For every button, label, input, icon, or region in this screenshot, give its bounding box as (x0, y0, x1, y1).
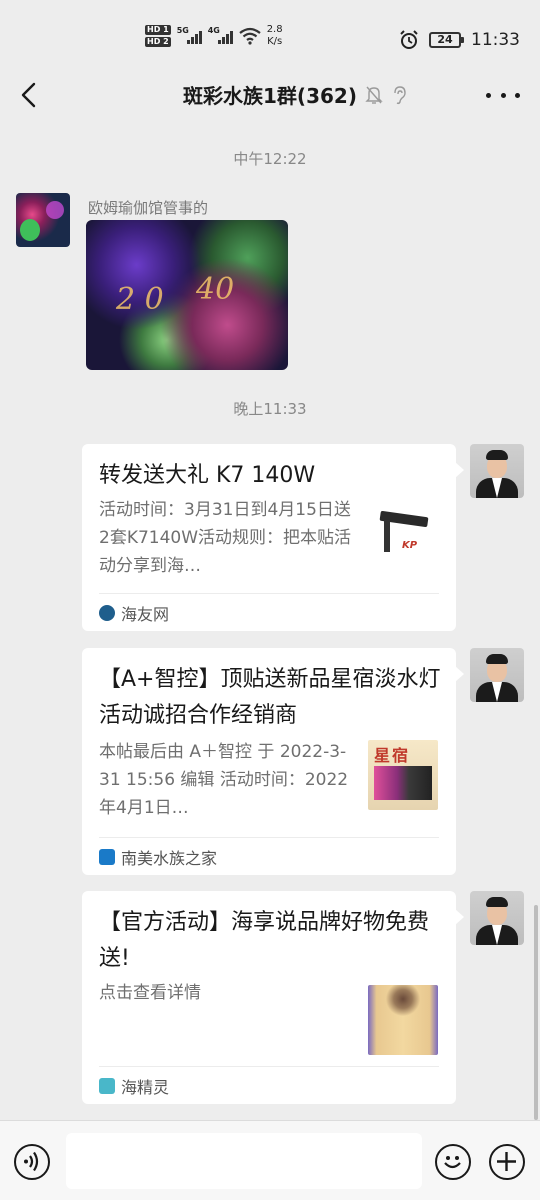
link-card-title: 转发送大礼 K7 140W (99, 463, 316, 488)
link-card-source: 南美水族之家 (99, 837, 439, 875)
net-speed-value: 2.8 (266, 24, 283, 35)
my-avatar[interactable] (470, 648, 524, 702)
hd1-badge: HD 1 (145, 25, 171, 35)
plus-icon[interactable] (489, 1144, 525, 1180)
scrollbar[interactable] (534, 905, 538, 1120)
time-divider-2: 晚上11:33 (233, 400, 307, 418)
wifi-icon (239, 27, 261, 45)
chat-title: 斑彩水族1群(362) (183, 84, 357, 108)
link-card-2[interactable]: 【A+智控】顶贴送新品星宿淡水灯活动诚招合作经销商 本帖最后由 A＋智控 于 2… (82, 648, 464, 875)
link-card-thumbnail (368, 985, 438, 1055)
time-divider-1: 中午12:22 (233, 150, 307, 168)
link-card-desc: 活动时间：3月31日到4月15日送2套K7140W活动规则：把本贴活动分享到海… (99, 500, 352, 576)
status-bar: HD 1 HD 2 5G 4G 2.8 K/s 24 11:33 (0, 0, 540, 70)
network-type-1: 5G (176, 26, 189, 35)
more-icon[interactable] (486, 80, 520, 110)
link-card-3[interactable]: 【官方活动】海享说品牌好物免费送! 点击查看详情 海精灵 (82, 891, 464, 1104)
link-card-title: 【官方活动】海享说品牌好物免费送! (99, 910, 430, 971)
clock: 11:33 (471, 30, 520, 50)
chat-title-wrap: 斑彩水族1群(362) (0, 80, 540, 109)
sender-avatar[interactable] (16, 193, 70, 247)
source-logo-icon (99, 604, 115, 621)
thumb-logo: KP (402, 540, 418, 551)
thumb-title: 星宿 (374, 746, 411, 765)
source-name: 海精灵 (121, 1077, 170, 1097)
emoji-icon[interactable] (435, 1144, 471, 1180)
source-name: 海友网 (121, 604, 170, 624)
link-card-source: 海友网 (99, 593, 439, 631)
my-avatar[interactable] (470, 444, 524, 498)
status-left: HD 1 HD 2 5G 4G 2.8 K/s (145, 24, 283, 48)
alarm-icon (400, 30, 418, 49)
link-card-1[interactable]: 转发送大礼 K7 140W 活动时间：3月31日到4月15日送2套K7140W活… (82, 444, 464, 631)
image-message[interactable]: 2 0 40 (86, 220, 288, 370)
input-bar (0, 1120, 540, 1200)
net-speed: 2.8 K/s (267, 24, 283, 48)
link-card-desc: 本帖最后由 A＋智控 于 2022-3-31 15:56 编辑 活动时间：202… (99, 742, 349, 818)
source-logo-icon (99, 1077, 115, 1094)
net-speed-unit: K/s (267, 36, 283, 47)
chat-header: 斑彩水族1群(362) (0, 70, 540, 122)
hd2-badge: HD 2 (145, 37, 171, 47)
network-type-2: 4G (207, 26, 220, 35)
source-name: 南美水族之家 (121, 848, 218, 868)
link-card-thumbnail: 星宿 (368, 740, 438, 810)
signal-icon: 5G (176, 26, 202, 44)
battery-icon: 24 (429, 32, 464, 48)
link-card-title: 【A+智控】顶贴送新品星宿淡水灯活动诚招合作经销商 (99, 667, 441, 728)
link-card-thumbnail: KP (368, 502, 438, 572)
message-input[interactable] (66, 1133, 422, 1189)
link-card-desc: 点击查看详情 (99, 983, 201, 1003)
hd-badges: HD 1 HD 2 (145, 25, 171, 47)
status-right: 24 11:33 (399, 30, 520, 50)
source-logo-icon (99, 848, 115, 865)
ear-icon (394, 85, 406, 104)
sender-name: 欧姆瑜伽馆管事的 (88, 199, 209, 217)
link-card-source: 海精灵 (99, 1066, 439, 1104)
voice-icon[interactable] (14, 1144, 50, 1180)
signal-icon-2: 4G (207, 26, 233, 44)
mute-bell-icon (365, 86, 383, 104)
my-avatar[interactable] (470, 891, 524, 945)
